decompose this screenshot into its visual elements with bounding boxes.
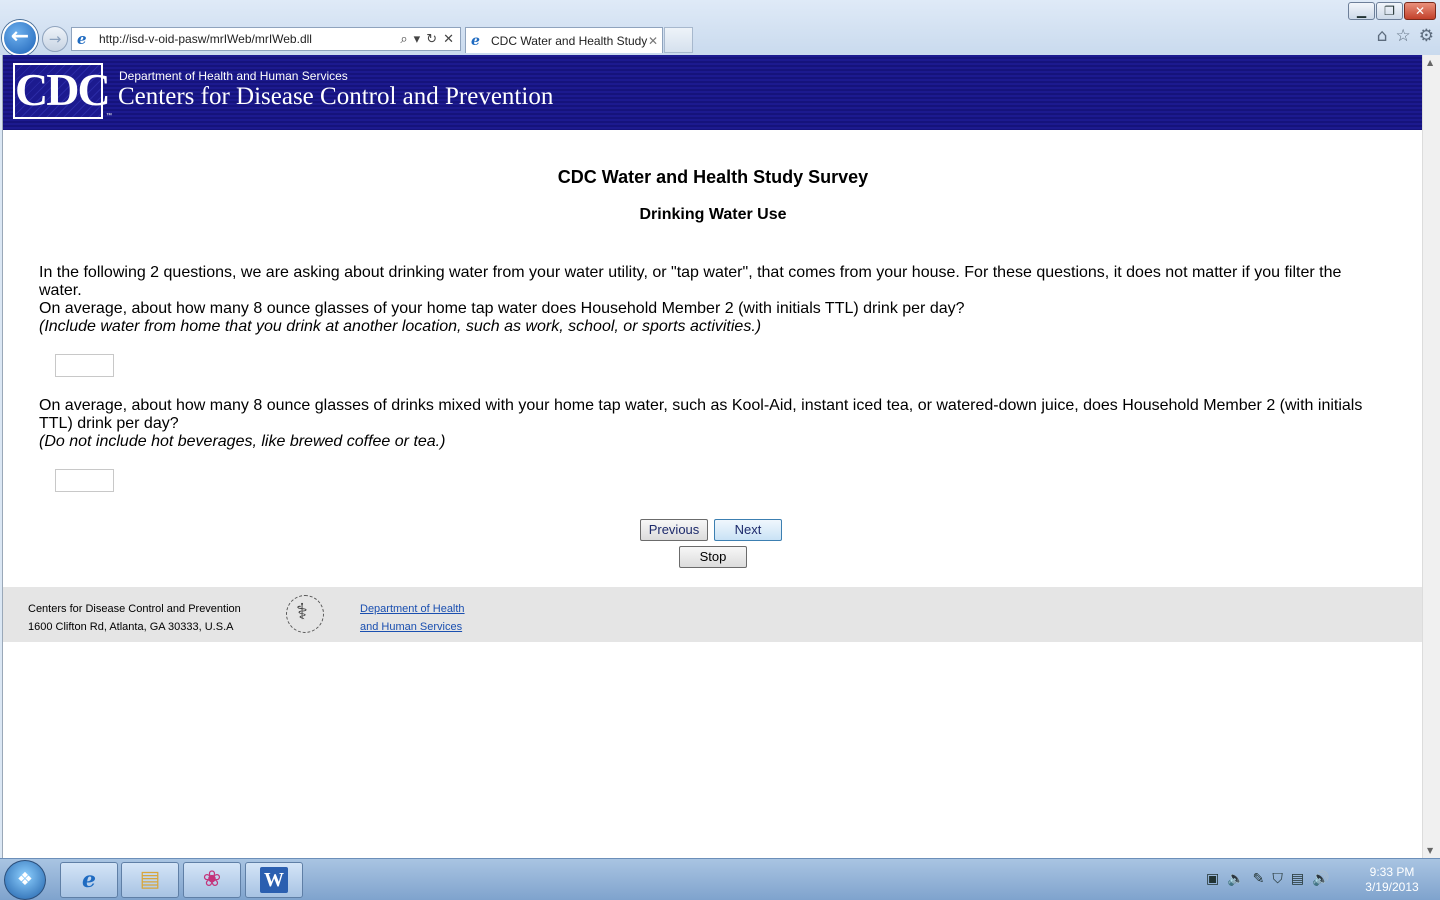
taskbar-word-icon[interactable]: W	[245, 862, 303, 898]
taskbar: ❖ e ▤ ❀ W ▣ 🔈 ✎ ⛉ ▤ 🔊 9:33 PM 3/19/2013	[0, 858, 1440, 900]
tab-cdc-survey[interactable]: e CDC Water and Health Study ✕	[465, 27, 663, 53]
minimize-button[interactable]: ▁	[1348, 2, 1375, 20]
taskbar-folder-icon[interactable]: ▤	[121, 862, 179, 898]
tray-display-icon[interactable]: ▤	[1291, 871, 1304, 887]
question-1: On average, about how many 8 ounce glass…	[39, 300, 1379, 336]
agency-name: Centers for Disease Control and Preventi…	[118, 83, 554, 110]
cdc-logo: CDC	[13, 63, 111, 119]
tray-tool-icon[interactable]: ✎	[1253, 871, 1265, 887]
address-url[interactable]: http://isd-v-oid-pasw/mrIWeb/mrIWeb.dll	[99, 32, 400, 46]
question-1-note: (Include water from home that you drink …	[39, 318, 762, 335]
hhs-seal-icon: ⚕	[286, 595, 324, 633]
address-tools: ⌕ ▾ ↻ ✕	[400, 32, 460, 47]
previous-button[interactable]: Previous	[640, 519, 708, 541]
hhs-link[interactable]: Department of Health and Human Services	[360, 600, 465, 636]
intro-text: In the following 2 questions, we are ask…	[39, 264, 1342, 299]
browser-toolbar: ⌂ ☆ ⚙	[1377, 26, 1434, 46]
back-button[interactable]: ←	[2, 20, 38, 56]
tray-network-icon[interactable]: ▣	[1206, 871, 1219, 887]
ie-icon: e	[77, 30, 87, 48]
taskbar-ie-icon[interactable]: e	[60, 862, 118, 898]
tab-close-icon[interactable]: ✕	[648, 34, 662, 48]
home-icon[interactable]: ⌂	[1377, 26, 1388, 46]
cdc-banner: CDC ™ Department of Health and Human Ser…	[3, 55, 1422, 130]
trademark: ™	[106, 113, 112, 119]
next-button[interactable]: Next	[714, 519, 782, 541]
refresh-icon[interactable]: ↻	[426, 32, 437, 47]
dropdown-icon[interactable]: ▾	[414, 32, 421, 47]
scroll-down-icon[interactable]: ▼	[1427, 846, 1433, 855]
question-2-answer-input[interactable]	[55, 469, 114, 492]
hhs-link-line2[interactable]: and Human Services	[360, 618, 465, 636]
favorites-icon[interactable]: ☆	[1396, 26, 1411, 46]
tray-shield-icon[interactable]: ⛉	[1272, 871, 1283, 887]
window-controls: ▁ ❐ ✕	[1348, 2, 1436, 20]
taskbar-media-app-icon[interactable]: ❀	[183, 862, 241, 898]
close-window-button[interactable]: ✕	[1404, 2, 1436, 20]
tray-speaker-icon[interactable]: 🔈	[1227, 871, 1244, 887]
stop-button[interactable]: Stop	[679, 546, 747, 568]
survey-title: CDC Water and Health Study Survey	[557, 167, 869, 187]
page-viewport: CDC ™ Department of Health and Human Ser…	[2, 55, 1422, 858]
question-1-answer-input[interactable]	[55, 354, 114, 377]
address-bar[interactable]: e http://isd-v-oid-pasw/mrIWeb/mrIWeb.dl…	[71, 27, 461, 51]
footer-org: Centers for Disease Control and Preventi…	[28, 600, 241, 636]
search-icon[interactable]: ⌕	[400, 32, 407, 47]
hhs-link-line1[interactable]: Department of Health	[360, 600, 465, 618]
section-title: Drinking Water Use	[639, 206, 787, 223]
scroll-up-icon[interactable]: ▲	[1427, 58, 1433, 67]
tab-ie-icon: e	[471, 32, 480, 49]
question-2-text: On average, about how many 8 ounce glass…	[39, 397, 1363, 432]
tray-volume-icon[interactable]: 🔊	[1312, 871, 1329, 887]
page-footer: Centers for Disease Control and Preventi…	[3, 587, 1422, 642]
browser-chrome: ▁ ❐ ✕ ← → e http://isd-v-oid-pasw/mrIWeb…	[0, 0, 1440, 56]
footer-address: 1600 Clifton Rd, Atlanta, GA 30333, U.S.…	[28, 621, 234, 633]
question-2-note: (Do not include hot beverages, like brew…	[39, 433, 446, 450]
settings-gear-icon[interactable]: ⚙	[1419, 26, 1434, 46]
department-name: Department of Health and Human Services	[119, 69, 348, 83]
question-1-text: On average, about how many 8 ounce glass…	[39, 300, 965, 317]
system-tray: ▣ 🔈 ✎ ⛉ ▤ 🔊	[1206, 871, 1330, 887]
forward-button[interactable]: →	[42, 26, 68, 52]
clock-time: 9:33 PM	[1369, 865, 1415, 879]
restore-button[interactable]: ❐	[1376, 2, 1403, 20]
footer-org-name: Centers for Disease Control and Preventi…	[28, 603, 241, 615]
vertical-scrollbar[interactable]: ▲ ▼	[1422, 55, 1440, 858]
question-2: On average, about how many 8 ounce glass…	[39, 397, 1379, 451]
tab-label: CDC Water and Health Study	[491, 33, 648, 48]
stop-icon[interactable]: ✕	[443, 32, 454, 47]
new-tab-button[interactable]	[664, 27, 693, 53]
clock-date: 3/19/2013	[1365, 880, 1419, 894]
start-button[interactable]: ❖	[4, 860, 46, 900]
taskbar-clock[interactable]: 9:33 PM 3/19/2013	[1352, 865, 1432, 895]
